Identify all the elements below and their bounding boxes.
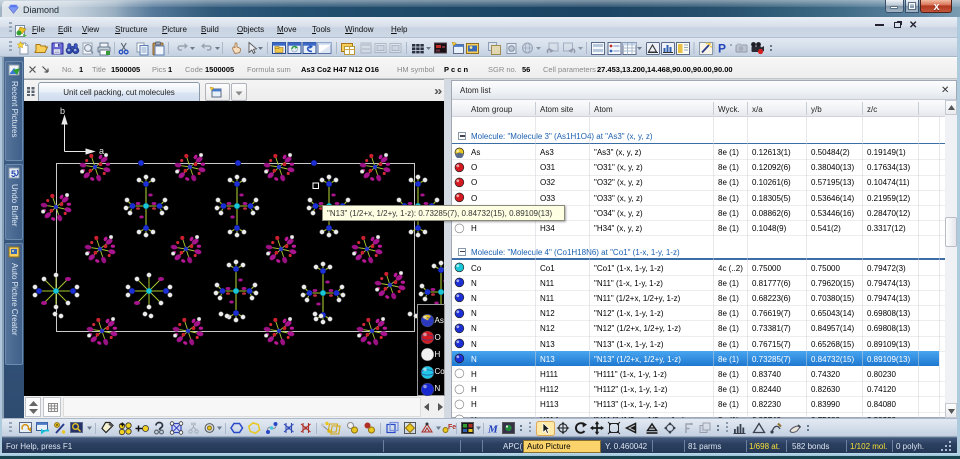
svg-text:5: 5 <box>11 169 16 179</box>
svg-text:M: M <box>487 424 499 436</box>
svg-text:P: P <box>718 42 726 56</box>
svg-text:a: a <box>99 146 104 156</box>
svg-text:Fe: Fe <box>448 424 456 431</box>
svg-text:b: b <box>60 106 65 116</box>
